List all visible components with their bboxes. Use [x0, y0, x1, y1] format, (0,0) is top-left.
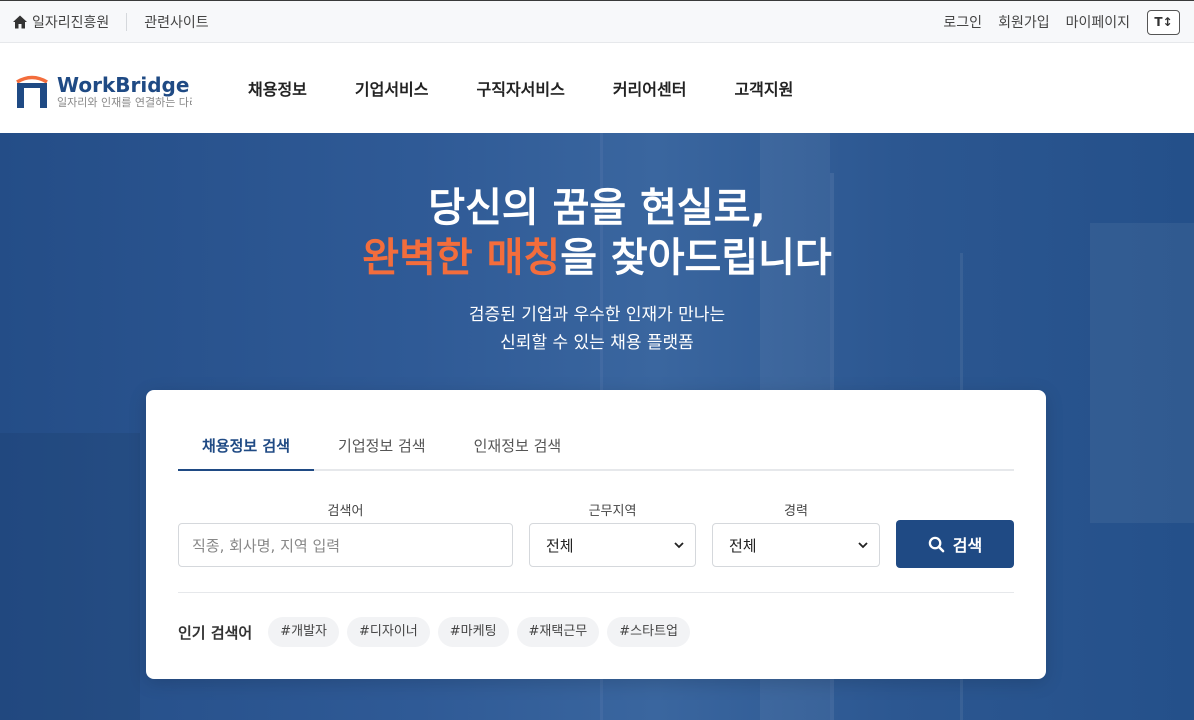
- hero-title: 당신의 꿈을 현실로, 완벽한 매칭을 찾아드립니다: [0, 183, 1194, 283]
- career-select[interactable]: 전체: [712, 523, 880, 567]
- nav-item-career-center[interactable]: 커리어센터: [613, 76, 687, 100]
- util-divider: [126, 13, 128, 31]
- region-label: 근무지역: [588, 504, 637, 519]
- keyword-label: 검색어: [327, 504, 364, 519]
- nav-item-jobseeker-services[interactable]: 구직자서비스: [477, 76, 565, 100]
- popular-keywords: 인기 검색어 #개발자 #디자이너 #마케팅 #재택근무 #스타트업: [178, 617, 698, 647]
- tab-job-search[interactable]: 채용정보 검색: [178, 427, 315, 471]
- signup-link[interactable]: 회원가입: [998, 12, 1050, 32]
- bridge-logo-icon: [16, 75, 48, 108]
- home-link-label: 일자리진흥원: [32, 15, 110, 31]
- search-tabs: 채용정보 검색 기업정보 검색 인재정보 검색: [178, 427, 1014, 471]
- mypage-link[interactable]: 마이페이지: [1066, 12, 1130, 32]
- utility-bar: 일자리진흥원 관련사이트 로그인 회원가입 마이페이지 T↕: [0, 0, 1194, 43]
- hero-subtitle-line1: 검증된 기업과 우수한 인재가 만나는: [468, 305, 726, 325]
- popular-tag[interactable]: #재택근무: [516, 617, 600, 647]
- card-divider: [178, 592, 1014, 593]
- search-button-label: 검색: [952, 536, 983, 555]
- career-select-value: 전체: [729, 536, 757, 555]
- popular-tag[interactable]: #스타트업: [607, 617, 690, 647]
- region-select-value: 전체: [546, 536, 574, 555]
- main-header: WorkBridge 일자리와 인재를 연결하는 다리 채용정보 기업서비스 구…: [0, 43, 1194, 133]
- popular-keywords-label: 인기 검색어: [178, 623, 253, 642]
- keyword-placeholder: 직종, 회사명, 지역 입력: [192, 536, 341, 555]
- hero-subtitle: 검증된 기업과 우수한 인재가 만나는 신뢰할 수 있는 채용 플랫폼: [0, 301, 1194, 357]
- main-nav: 채용정보 기업서비스 구직자서비스 커리어센터 고객지원: [248, 43, 841, 133]
- logo-title: WorkBridge: [57, 74, 190, 97]
- related-sites-link[interactable]: 관련사이트: [144, 12, 208, 32]
- hero-title-line1: 당신의 꿈을 현실로,: [428, 185, 766, 231]
- font-size-icon: T↕: [1154, 15, 1173, 29]
- hero-subtitle-line2: 신뢰할 수 있는 채용 플랫폼: [500, 333, 694, 353]
- font-size-button[interactable]: T↕: [1147, 9, 1180, 35]
- home-link[interactable]: 일자리진흥원: [12, 12, 109, 32]
- nav-item-jobs[interactable]: 채용정보: [248, 76, 307, 100]
- login-link[interactable]: 로그인: [943, 12, 982, 32]
- search-icon: [928, 536, 945, 552]
- hero-title-line2-rest: 을 찾아드립니다: [560, 235, 832, 281]
- logo-subtitle: 일자리와 인재를 연결하는 다리: [57, 96, 192, 109]
- popular-tag[interactable]: #개발자: [268, 617, 340, 647]
- search-card: 채용정보 검색 기업정보 검색 인재정보 검색 검색어 직종, 회사명, 지역 …: [146, 390, 1046, 679]
- popular-tag[interactable]: #디자이너: [347, 617, 430, 647]
- career-label: 경력: [784, 504, 808, 519]
- keyword-input[interactable]: 직종, 회사명, 지역 입력: [178, 523, 513, 567]
- tab-company-search[interactable]: 기업정보 검색: [314, 427, 450, 471]
- popular-tag[interactable]: #마케팅: [437, 617, 509, 647]
- hero-title-highlight: 완벽한 매칭: [362, 235, 561, 281]
- nav-item-support[interactable]: 고객지원: [734, 76, 793, 100]
- logo[interactable]: WorkBridge 일자리와 인재를 연결하는 다리: [16, 74, 192, 109]
- region-select[interactable]: 전체: [529, 523, 696, 567]
- utility-right: 로그인 회원가입 마이페이지 T↕: [943, 1, 1180, 43]
- chevron-down-icon: [674, 542, 684, 549]
- hero-background-shape: [0, 433, 140, 720]
- hero-section: 당신의 꿈을 현실로, 완벽한 매칭을 찾아드립니다 검증된 기업과 우수한 인…: [0, 133, 1194, 720]
- utility-left: 일자리진흥원 관련사이트: [12, 1, 209, 43]
- logo-text: WorkBridge 일자리와 인재를 연결하는 다리: [57, 74, 192, 109]
- search-button[interactable]: 검색: [896, 520, 1014, 568]
- hero-title-line2: 완벽한 매칭을 찾아드립니다: [0, 233, 1194, 283]
- nav-item-company-services[interactable]: 기업서비스: [355, 76, 429, 100]
- home-icon: [13, 15, 27, 29]
- chevron-down-icon: [858, 542, 868, 549]
- tab-talent-search[interactable]: 인재정보 검색: [450, 427, 586, 471]
